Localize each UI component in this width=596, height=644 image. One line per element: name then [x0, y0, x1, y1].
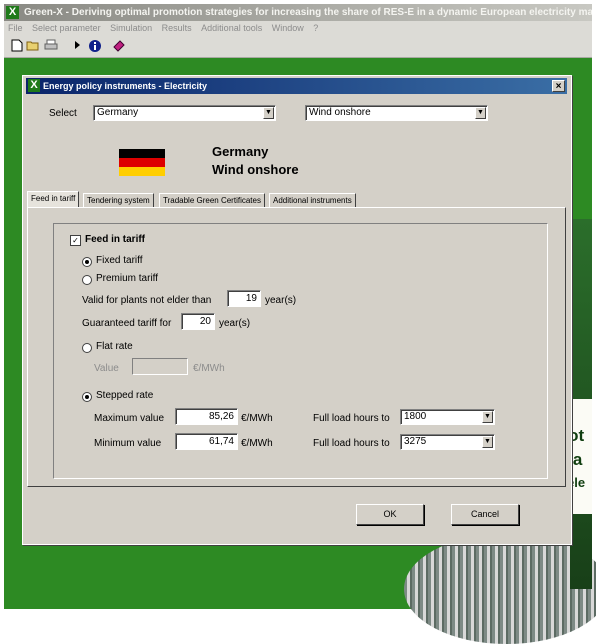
flat-value-label: Value: [94, 363, 119, 374]
feed-in-tariff-group: ✓ Feed in tariff Fixed tariff Premium ta…: [53, 223, 548, 479]
valid-years-input[interactable]: 19: [227, 290, 261, 307]
flat-rate-radio[interactable]: [82, 343, 92, 353]
open-folder-icon[interactable]: [26, 39, 40, 53]
flag-stripe-black: [119, 149, 165, 158]
maximum-value-label: Maximum value: [94, 413, 165, 424]
feed-in-tariff-label: Feed in tariff: [85, 234, 146, 245]
feed-in-tariff-panel: ✓ Feed in tariff Fixed tariff Premium ta…: [27, 207, 566, 487]
play-icon[interactable]: [70, 39, 84, 53]
eraser-icon[interactable]: [112, 39, 126, 53]
flat-value-input: [132, 358, 188, 375]
tab-tendering-system[interactable]: Tendering system: [83, 193, 154, 207]
chevron-down-icon[interactable]: ▼: [263, 107, 274, 119]
menu-bar: File Select parameter Simulation Results…: [4, 21, 592, 35]
premium-tariff-label: Premium tariff: [96, 273, 159, 284]
menu-select-parameter[interactable]: Select parameter: [32, 23, 101, 33]
green-x-logo-icon: X: [6, 6, 19, 19]
tab-tradable-green-certificates[interactable]: Tradable Green Certificates: [159, 193, 265, 207]
new-file-icon[interactable]: [10, 39, 24, 53]
maximum-value-unit: €/MWh: [241, 413, 273, 424]
chevron-down-icon[interactable]: ▼: [482, 411, 493, 423]
full-load-hours-select-1[interactable]: 1800 ▼: [400, 409, 495, 425]
stepped-rate-radio[interactable]: [82, 392, 92, 402]
info-icon[interactable]: [88, 39, 102, 53]
menu-simulation[interactable]: Simulation: [110, 23, 152, 33]
menu-results[interactable]: Results: [162, 23, 192, 33]
full-load-hours-select-2[interactable]: 3275 ▼: [400, 434, 495, 450]
ok-button[interactable]: OK: [356, 504, 424, 525]
toolbar: [4, 35, 592, 58]
fixed-tariff-label: Fixed tariff: [96, 255, 143, 266]
valid-years-unit: year(s): [265, 295, 297, 306]
menu-help[interactable]: ?: [313, 23, 318, 33]
flat-rate-label: Flat rate: [96, 341, 133, 352]
fixed-tariff-radio[interactable]: [82, 257, 92, 267]
background-decoration: [404, 534, 596, 644]
full-load-hours-value-2: 3275: [404, 436, 427, 447]
maximum-value-input[interactable]: 85,26: [175, 408, 238, 425]
print-icon[interactable]: [44, 39, 58, 53]
cancel-button[interactable]: Cancel: [451, 504, 519, 525]
app-title-bar: X Green-X - Deriving optimal promotion s…: [4, 4, 592, 21]
app-title: Green-X - Deriving optimal promotion str…: [24, 7, 592, 18]
close-button[interactable]: ×: [552, 80, 565, 92]
heading-country: Germany: [212, 144, 269, 159]
minimum-value-label: Minimum value: [94, 438, 162, 449]
flag-stripe-gold: [119, 167, 165, 176]
flag-stripe-red: [119, 158, 165, 167]
stepped-rate-label: Stepped rate: [96, 390, 154, 401]
country-select[interactable]: Germany ▼: [93, 105, 276, 121]
full-load-hours-value-1: 1800: [404, 411, 427, 422]
chevron-down-icon[interactable]: ▼: [475, 107, 486, 119]
minimum-value-unit: €/MWh: [241, 438, 273, 449]
minimum-value-input[interactable]: 61,74: [175, 433, 238, 450]
country-select-value: Germany: [97, 107, 139, 118]
menu-window[interactable]: Window: [272, 23, 304, 33]
technology-select[interactable]: Wind onshore ▼: [305, 105, 488, 121]
tab-additional-instruments[interactable]: Additional instruments: [269, 193, 356, 207]
dialog-title: Energy policy instruments - Electricity: [43, 81, 208, 91]
full-load-hours-label-2: Full load hours to: [313, 438, 390, 449]
feed-in-tariff-checkbox[interactable]: ✓: [70, 235, 81, 246]
menu-additional-tools[interactable]: Additional tools: [201, 23, 262, 33]
tab-feed-in-tariff[interactable]: Feed in tariff: [27, 191, 80, 207]
guaranteed-tariff-label: Guaranteed tariff for: [82, 318, 172, 329]
menu-file[interactable]: File: [8, 23, 23, 33]
technology-select-value: Wind onshore: [309, 107, 371, 118]
guaranteed-years-input[interactable]: 20: [181, 313, 215, 330]
valid-plants-label: Valid for plants not elder than: [82, 295, 212, 306]
germany-flag-icon: [119, 149, 165, 176]
guaranteed-years-unit: year(s): [219, 318, 251, 329]
dialog-title-bar: X Energy policy instruments - Electricit…: [26, 78, 567, 94]
chevron-down-icon[interactable]: ▼: [482, 436, 493, 448]
flat-value-unit: €/MWh: [193, 363, 225, 374]
dialog-logo-icon: X: [28, 79, 40, 92]
energy-policy-dialog: X Energy policy instruments - Electricit…: [22, 75, 572, 545]
select-label: Select: [49, 108, 77, 119]
full-load-hours-label-1: Full load hours to: [313, 413, 390, 424]
premium-tariff-radio[interactable]: [82, 275, 92, 285]
heading-technology: Wind onshore: [212, 162, 299, 177]
